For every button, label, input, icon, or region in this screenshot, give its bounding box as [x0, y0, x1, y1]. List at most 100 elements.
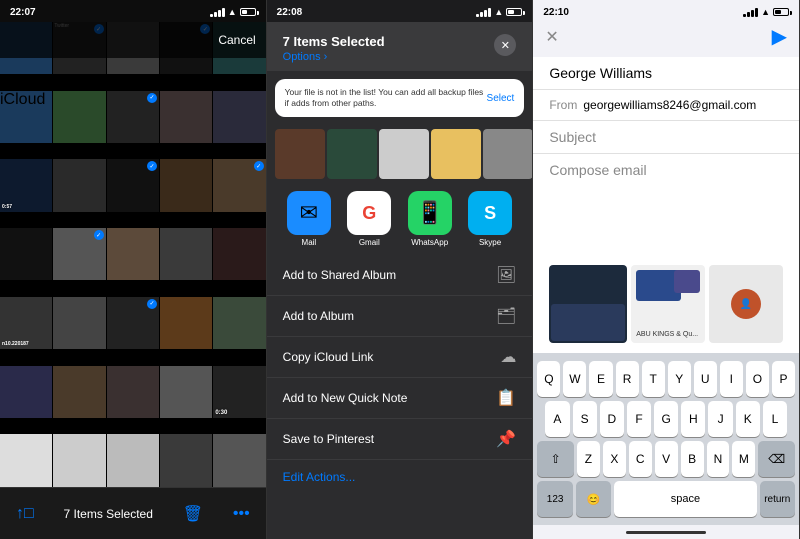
skype-icon: S — [468, 191, 512, 235]
battery-icon-3 — [773, 8, 789, 16]
photo-cell[interactable]: ✓ — [107, 159, 159, 211]
key-space[interactable]: space — [614, 481, 756, 517]
action-add-to-album[interactable]: Add to Album 🗂 — [267, 296, 533, 337]
email-close-button[interactable]: ✕ — [545, 27, 558, 47]
photo-cell[interactable] — [53, 366, 105, 418]
email-to-field[interactable]: George Williams — [533, 57, 799, 90]
keyboard: Q W E R T Y U I O P A S D F G H J K — [533, 353, 799, 525]
key-shift[interactable]: ⇧ — [537, 441, 574, 477]
signal-icon — [210, 8, 225, 17]
email-subject-field[interactable]: Subject — [533, 121, 799, 154]
select-button[interactable]: Select — [487, 93, 515, 104]
photo-cell[interactable] — [53, 434, 105, 486]
key-k[interactable]: K — [736, 401, 760, 437]
key-y[interactable]: Y — [668, 361, 691, 397]
action-add-shared-album[interactable]: Add to Shared Album 🖼 — [267, 255, 533, 296]
key-s[interactable]: S — [573, 401, 597, 437]
photo-cell[interactable] — [107, 366, 159, 418]
key-u[interactable]: U — [694, 361, 717, 397]
key-return[interactable]: return — [760, 481, 796, 517]
photo-cell[interactable] — [213, 91, 265, 143]
key-x[interactable]: X — [603, 441, 626, 477]
photo-cell[interactable] — [213, 297, 265, 349]
photo-cell[interactable] — [53, 91, 105, 143]
thumb-3 — [379, 129, 429, 179]
photo-cell[interactable] — [213, 434, 265, 486]
app-skype[interactable]: S Skype — [468, 191, 512, 247]
photo-cell[interactable]: ✓ — [53, 228, 105, 280]
more-icon[interactable]: ••• — [233, 505, 250, 523]
time-1: 22:07 — [10, 7, 36, 18]
photo-cell[interactable] — [160, 91, 212, 143]
key-numbers[interactable]: 123 — [537, 481, 573, 517]
photo-cell[interactable] — [160, 159, 212, 211]
key-g[interactable]: G — [654, 401, 678, 437]
copy-icloud-label: Copy iCloud Link — [283, 350, 374, 364]
edit-actions-button[interactable]: Edit Actions... — [267, 460, 533, 494]
key-i[interactable]: I — [720, 361, 743, 397]
photo-cell[interactable] — [160, 366, 212, 418]
phone-3-email: 22:10 ▲ ✕ ▶ George Williams From geo — [533, 0, 800, 539]
status-bar-1: 22:07 ▲ — [0, 0, 266, 22]
key-j[interactable]: J — [708, 401, 732, 437]
key-d[interactable]: D — [600, 401, 624, 437]
app-mail[interactable]: ✉ Mail — [287, 191, 331, 247]
cancel-button[interactable]: Cancel — [218, 33, 255, 47]
options-button[interactable]: Options › — [283, 51, 385, 63]
photo-cell[interactable] — [160, 228, 212, 280]
key-q[interactable]: Q — [537, 361, 560, 397]
photo-cell[interactable] — [213, 228, 265, 280]
photo-cell[interactable] — [0, 366, 52, 418]
share-sheet-close[interactable]: ✕ — [494, 34, 516, 56]
photo-cell[interactable]: 0:57 — [0, 159, 52, 211]
photo-cell[interactable]: ✓ — [213, 159, 265, 211]
share-icon[interactable]: ↑□ — [16, 505, 34, 523]
key-h[interactable]: H — [681, 401, 705, 437]
key-e[interactable]: E — [589, 361, 612, 397]
key-v[interactable]: V — [655, 441, 678, 477]
photo-cell[interactable] — [160, 297, 212, 349]
photo-cell[interactable] — [107, 434, 159, 486]
save-pinterest-label: Save to Pinterest — [283, 432, 374, 446]
info-box: Your file is not in the list! You can ad… — [275, 79, 525, 117]
add-to-album-label: Add to Album — [283, 309, 354, 323]
photo-cell[interactable]: iCloud — [0, 91, 52, 143]
action-save-pinterest[interactable]: Save to Pinterest 📌 — [267, 419, 533, 460]
key-delete[interactable]: ⌫ — [758, 441, 795, 477]
phone-1-photos: 22:07 ▲ Cancel Twitter — [0, 0, 267, 539]
photo-cell[interactable]: ✓ — [107, 91, 159, 143]
key-l[interactable]: L — [763, 401, 787, 437]
key-a[interactable]: A — [545, 401, 569, 437]
photo-cell[interactable] — [0, 434, 52, 486]
app-whatsapp[interactable]: 📱 WhatsApp — [408, 191, 452, 247]
key-b[interactable]: B — [681, 441, 704, 477]
photo-cell[interactable] — [53, 159, 105, 211]
photo-cell[interactable] — [160, 434, 212, 486]
key-z[interactable]: Z — [577, 441, 600, 477]
photo-cell[interactable] — [107, 228, 159, 280]
email-body-field[interactable]: Compose email — [533, 154, 799, 261]
photo-cell[interactable]: 0:30 — [213, 366, 265, 418]
photo-cell[interactable]: ✓ — [107, 297, 159, 349]
key-o[interactable]: O — [746, 361, 769, 397]
photo-cell[interactable] — [0, 228, 52, 280]
whatsapp-icon: 📱 — [408, 191, 452, 235]
key-emoji[interactable]: 😊 — [576, 481, 612, 517]
photo-cell[interactable] — [53, 297, 105, 349]
key-n[interactable]: N — [707, 441, 730, 477]
photo-cell[interactable]: n10.220187 — [0, 297, 52, 349]
keyboard-row-4: 123 😊 space return — [537, 481, 795, 517]
key-m[interactable]: M — [732, 441, 755, 477]
key-r[interactable]: R — [616, 361, 639, 397]
key-c[interactable]: C — [629, 441, 652, 477]
signal-icon-3 — [743, 8, 758, 17]
key-f[interactable]: F — [627, 401, 651, 437]
action-add-quick-note[interactable]: Add to New Quick Note 📋 — [267, 378, 533, 419]
key-p[interactable]: P — [772, 361, 795, 397]
trash-icon[interactable]: 🗑 — [183, 504, 203, 524]
send-button[interactable]: ▶ — [772, 24, 787, 49]
app-gmail[interactable]: G Gmail — [347, 191, 391, 247]
action-copy-icloud-link[interactable]: Copy iCloud Link ☁ — [267, 337, 533, 378]
key-t[interactable]: T — [642, 361, 665, 397]
key-w[interactable]: W — [563, 361, 586, 397]
